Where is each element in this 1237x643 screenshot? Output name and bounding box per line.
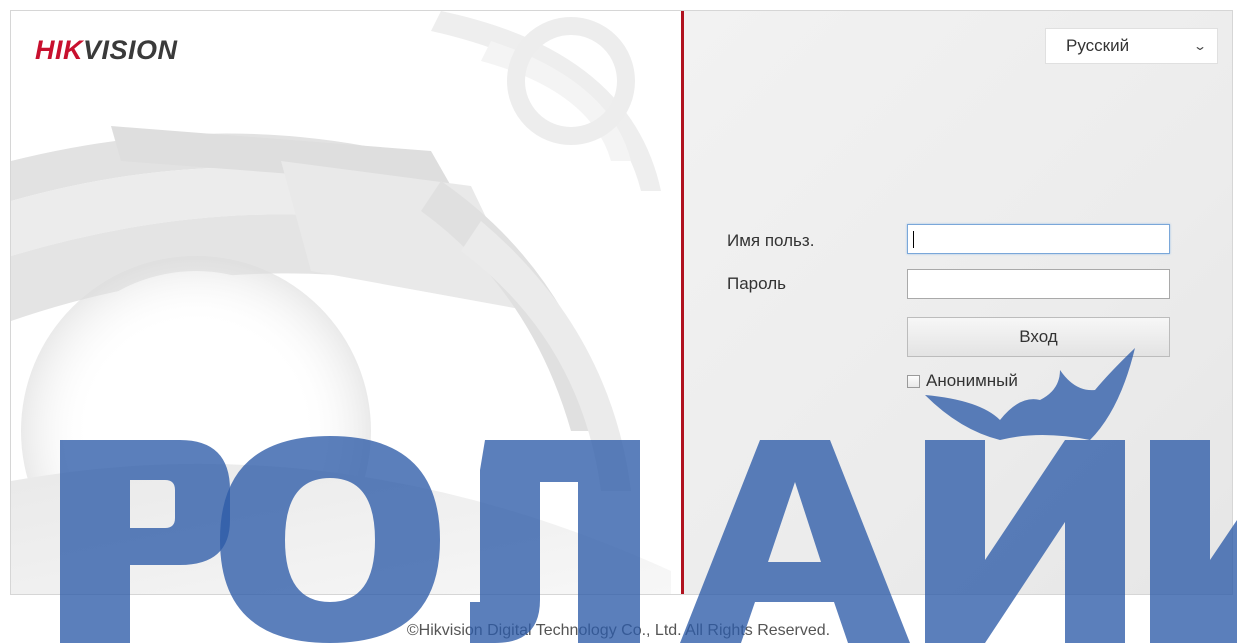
chevron-down-icon: ⌄ <box>1192 39 1208 53</box>
anonymous-label: Анонимный <box>926 371 1018 390</box>
password-input[interactable] <box>907 269 1170 299</box>
logo-part-hik: HIK <box>35 35 83 65</box>
hikvision-logo: HIKVISION <box>35 35 178 66</box>
logo-part-vision: VISION <box>83 35 178 65</box>
anonymous-checkbox[interactable] <box>907 374 920 388</box>
username-label: Имя польз. <box>727 231 815 250</box>
copyright-footer: ©Hikvision Digital Technology Co., Ltd. … <box>406 622 831 639</box>
camera-lens-graphic <box>11 11 671 594</box>
language-select[interactable]: Русский ⌄ <box>1045 28 1218 64</box>
page-root: HIKVISION Русский ⌄ Имя польз. Пароль Вх… <box>0 0 1237 643</box>
brand-illustration-pane: HIKVISION <box>11 11 681 594</box>
password-label: Пароль <box>727 274 786 293</box>
text-caret <box>913 231 914 248</box>
language-select-value: Русский <box>1066 36 1130 55</box>
anonymous-option[interactable]: Анонимный <box>907 371 1018 391</box>
login-form-pane: Русский ⌄ Имя польз. Пароль Вход Анонимн… <box>684 11 1232 594</box>
username-input[interactable] <box>907 224 1170 254</box>
login-button[interactable]: Вход <box>907 317 1170 357</box>
login-panel: HIKVISION Русский ⌄ Имя польз. Пароль Вх… <box>10 10 1233 595</box>
